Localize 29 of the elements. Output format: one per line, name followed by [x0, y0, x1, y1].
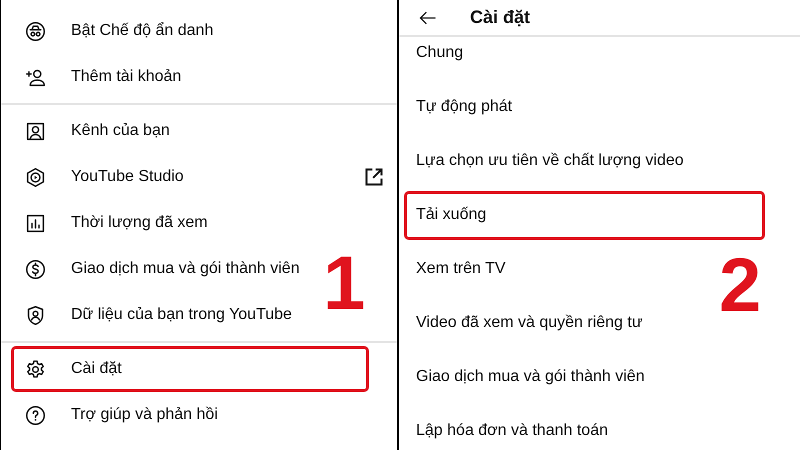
settings-item[interactable]: Tải xuống	[404, 190, 765, 240]
settings-item[interactable]: Lập hóa đơn và thanh toán	[404, 406, 613, 450]
settings-item[interactable]: Lựa chọn ưu tiên về chất lượng video	[404, 136, 689, 186]
person-square-icon	[25, 120, 46, 142]
shield-person-icon	[25, 304, 46, 326]
settings-item[interactable]: Giao dịch mua và gói thành viên	[404, 352, 650, 402]
menu-item[interactable]: Trợ giúp và phản hồi	[11, 392, 223, 438]
menu-item[interactable]: YouTube Studio	[11, 154, 387, 200]
menu-item[interactable]: Dữ liệu của bạn trong YouTube	[11, 292, 297, 338]
incognito-icon	[25, 20, 46, 42]
menu-item[interactable]: Kênh của bạn	[11, 108, 175, 154]
step-number: 1	[323, 246, 366, 322]
settings-item[interactable]: Tự động phát	[404, 82, 518, 132]
menu-item[interactable]: Bật Chế độ ẩn danh	[11, 8, 218, 54]
settings-item[interactable]: Video đã xem và quyền riêng tư	[404, 298, 648, 348]
menu-item[interactable]: Cài đặt	[11, 346, 369, 392]
settings-item[interactable]: Chung	[404, 28, 468, 78]
settings-icon	[25, 358, 46, 380]
step-number: 2	[719, 248, 762, 324]
menu-item[interactable]: Thời lượng đã xem	[11, 200, 213, 246]
page-title: Cài đặt	[470, 6, 530, 29]
help-icon	[25, 404, 46, 426]
play-hexagon-icon	[25, 166, 46, 188]
external-link-icon	[364, 167, 384, 187]
bar-chart-icon	[25, 212, 46, 234]
menu-item[interactable]: Giao dịch mua và gói thành viên	[11, 246, 305, 292]
dollar-icon	[25, 258, 46, 280]
menu-item[interactable]: Thêm tài khoản	[11, 54, 186, 100]
settings-item[interactable]: Xem trên TV	[404, 244, 511, 294]
